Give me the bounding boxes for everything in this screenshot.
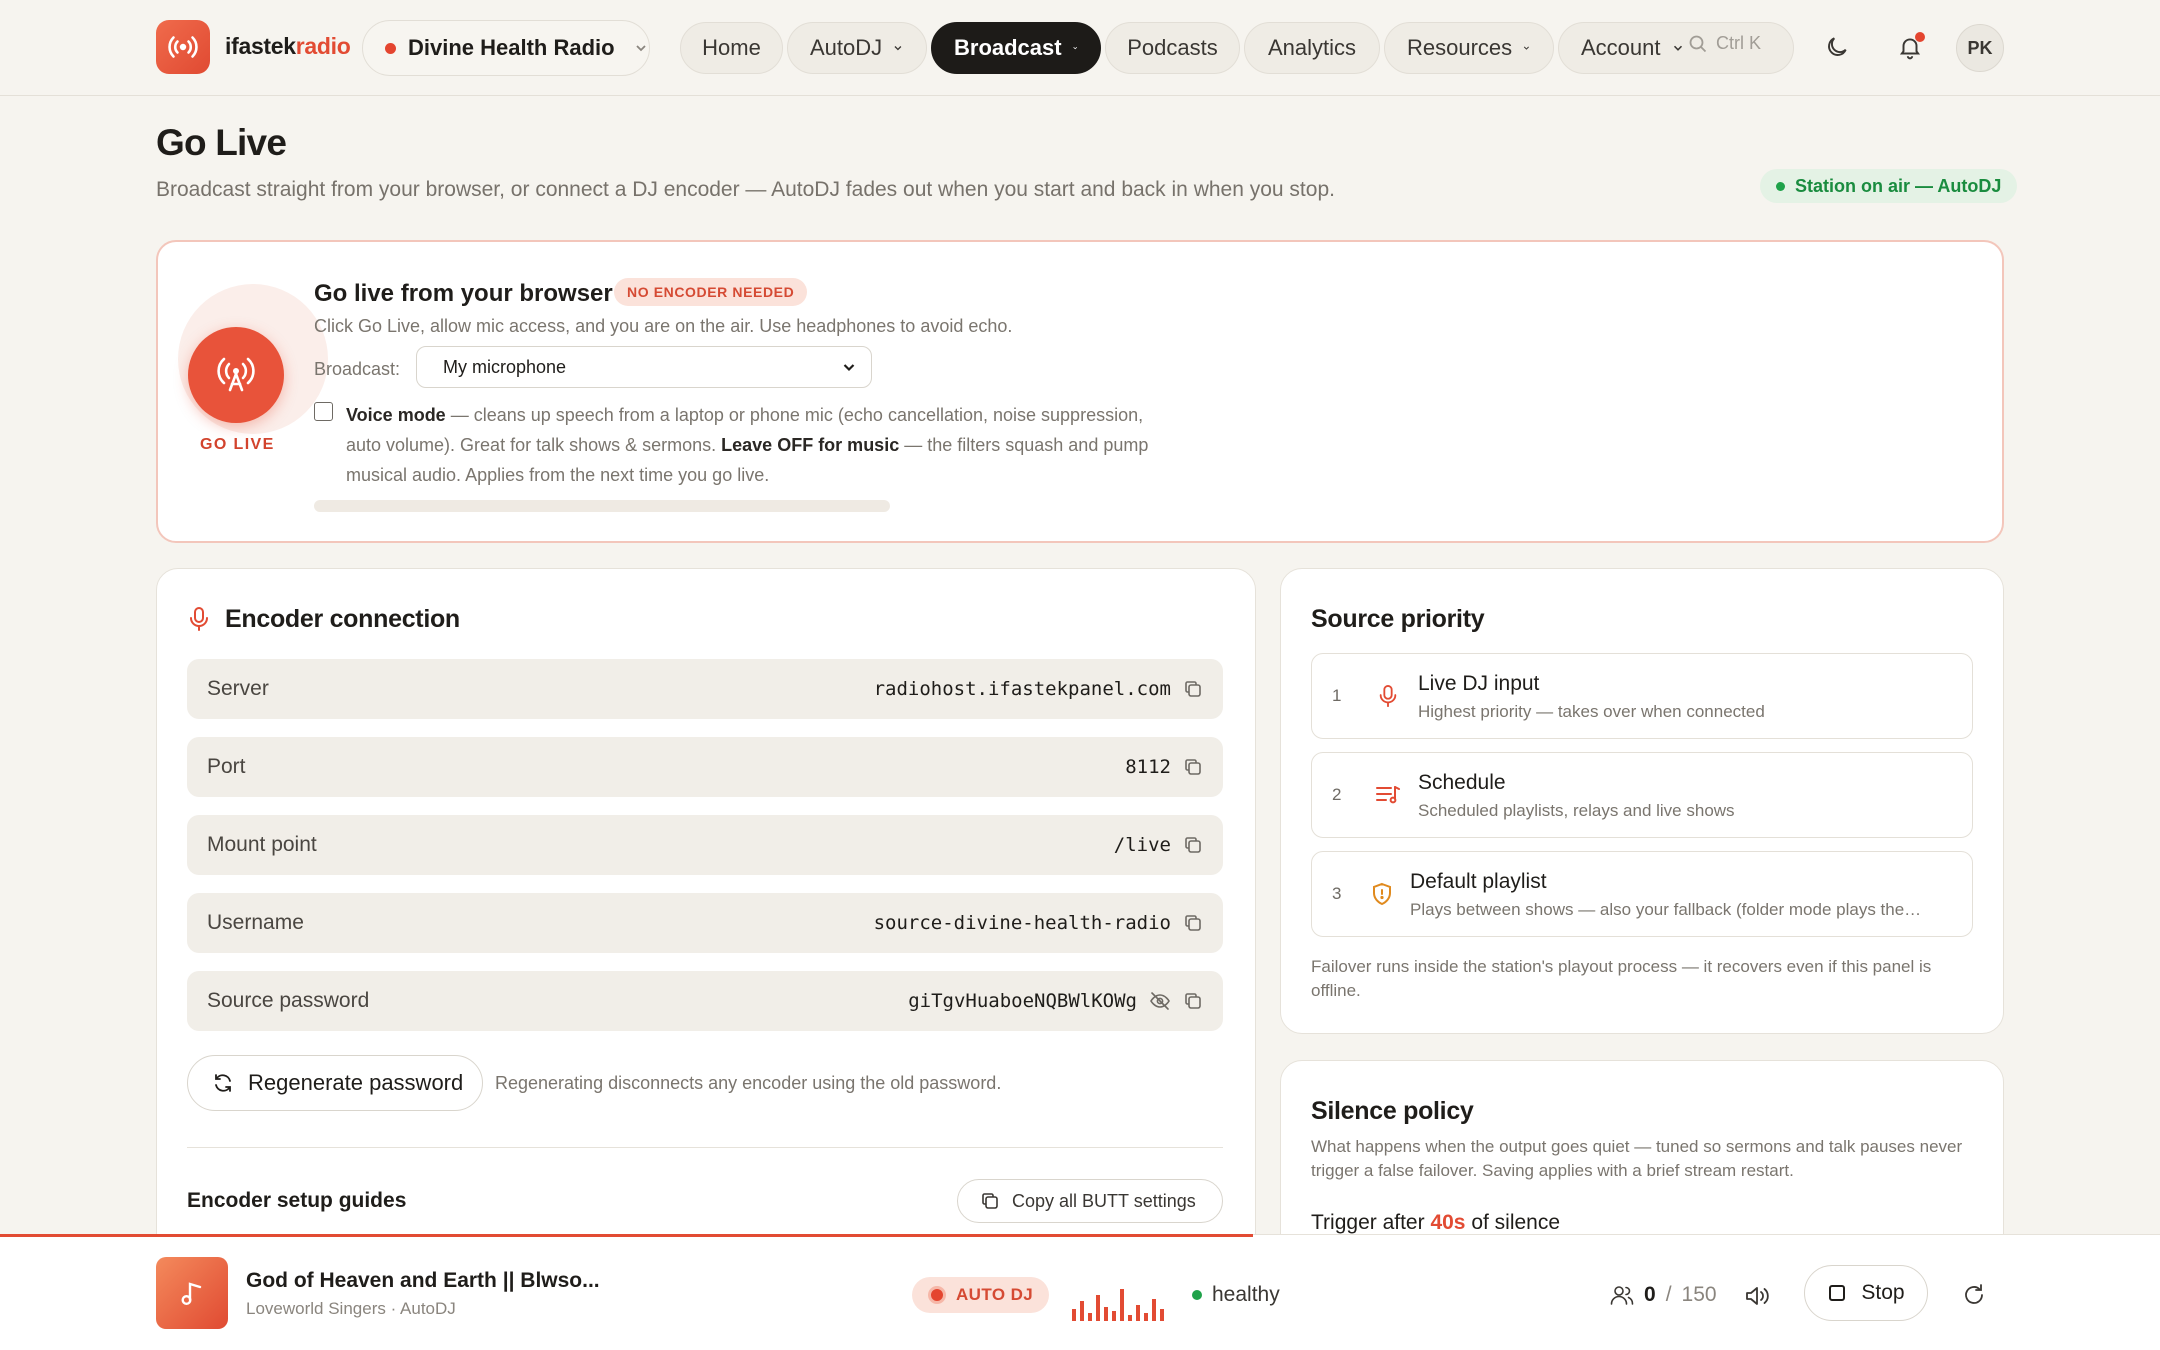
chevron-down-icon (633, 40, 649, 56)
station-name: Divine Health Radio (408, 35, 615, 60)
regenerate-note: Regenerating disconnects any encoder usi… (495, 1073, 1002, 1093)
encoder-row-username: Username source-divine-health-radio (187, 893, 1223, 953)
failover-note: Failover runs inside the station's playo… (1311, 957, 1932, 1000)
nav-resources[interactable]: Resources (1384, 22, 1554, 74)
listener-count: 0 / 150 (1610, 1283, 1717, 1307)
volume-icon[interactable] (1742, 1281, 1772, 1311)
source-item-live-dj[interactable]: 1 Live DJ input Highest priority — takes… (1311, 653, 1973, 739)
source-item-schedule[interactable]: 2 Schedule Scheduled playlists, relays a… (1311, 752, 1973, 838)
live-status-dot (385, 42, 396, 54)
music-note-icon (181, 1282, 202, 1306)
nav-broadcast[interactable]: Broadcast (931, 22, 1101, 74)
silence-policy-description: What happens when the output goes quiet … (1311, 1137, 1963, 1180)
stop-button[interactable]: Stop (1804, 1265, 1928, 1321)
silence-trigger-value: 40s (1430, 1211, 1466, 1234)
chevron-down-icon (843, 364, 855, 372)
mic-level-meter (314, 500, 890, 512)
stop-icon (1829, 1285, 1846, 1301)
nav-autodj[interactable]: AutoDJ (787, 22, 927, 74)
source-priority-title: Source priority (1311, 605, 1485, 633)
main-nav: Home AutoDJ Broadcast Podcasts Analytics… (680, 22, 1794, 74)
chevron-down-icon (894, 46, 902, 51)
source-item-default-playlist[interactable]: 3 Default playlist Plays between shows —… (1311, 851, 1973, 937)
copy-icon[interactable] (1183, 991, 1203, 1011)
regenerate-password-button[interactable]: Regenerate password (187, 1055, 483, 1111)
silence-trigger-label: Trigger after 40s of silence (1311, 1211, 1561, 1234)
encoder-guides-title: Encoder setup guides (187, 1189, 407, 1212)
autodj-badge: AUTO DJ (912, 1277, 1050, 1313)
refresh-icon (215, 1074, 231, 1092)
microphone-icon (187, 605, 211, 633)
bell-icon[interactable] (1893, 30, 1927, 64)
station-selector[interactable]: Divine Health Radio (362, 20, 650, 76)
no-encoder-badge: NO ENCODER NEEDED (614, 278, 808, 306)
divider (187, 1147, 1223, 1148)
album-art (156, 1257, 228, 1329)
copy-icon (982, 1193, 998, 1209)
stream-health: healthy (1192, 1283, 1280, 1307)
voice-mode-text: Voice mode — cleans up speech from a lap… (346, 405, 1149, 485)
schedule-list-icon (1374, 781, 1402, 809)
eye-off-icon[interactable] (1149, 991, 1171, 1011)
chevron-down-icon (1072, 46, 1077, 50)
notification-dot (1915, 32, 1925, 42)
go-live-button[interactable] (188, 327, 284, 423)
source-priority-card: Source priority 1 Live DJ input Highest … (1280, 568, 2004, 1034)
encoder-connection-card: Encoder connection Server radiohost.ifas… (156, 568, 1256, 1350)
voice-mode-checkbox[interactable] (314, 402, 333, 421)
broadcast-source-label: Broadcast: (314, 359, 401, 379)
chevron-down-icon (1673, 45, 1682, 51)
nav-home[interactable]: Home (680, 22, 783, 74)
broadcast-source-select[interactable]: My microphone (416, 346, 872, 388)
track-artist: Loveworld Singers · AutoDJ (246, 1299, 456, 1318)
search-icon (1689, 35, 1707, 52)
record-icon (928, 1286, 946, 1304)
users-icon (1610, 1286, 1634, 1305)
playback-progress[interactable] (0, 1234, 1253, 1237)
audio-level-icon (1072, 1289, 1164, 1321)
moon-icon[interactable] (1820, 30, 1854, 64)
page-subtitle: Broadcast straight from your browser, or… (156, 178, 1335, 201)
copy-icon[interactable] (1183, 913, 1203, 933)
go-live-description: Click Go Live, allow mic access, and you… (314, 316, 1013, 336)
avatar[interactable]: PK (1956, 24, 2004, 72)
search-shortcut-label: Ctrl K (1716, 33, 1761, 53)
nav-analytics[interactable]: Analytics (1244, 22, 1380, 74)
encoder-row-password: Source password giTgvHuaboeNQBWlKOWg (187, 971, 1223, 1031)
track-title: God of Heaven and Earth || Blwso... (246, 1269, 600, 1292)
status-dot (1776, 181, 1785, 191)
nav-podcasts[interactable]: Podcasts (1105, 22, 1240, 74)
chevron-down-icon (1524, 46, 1530, 50)
copy-icon[interactable] (1183, 835, 1203, 855)
refresh-icon[interactable] (1960, 1281, 1988, 1309)
page-title: Go Live (156, 122, 287, 163)
microphone-icon (1374, 682, 1402, 710)
search-shortcut[interactable]: Ctrl K (1688, 33, 1761, 54)
radio-logo-icon[interactable] (156, 20, 210, 74)
copy-butt-settings-button[interactable]: Copy all BUTT settings (957, 1179, 1223, 1223)
broadcast-tower-icon (217, 357, 255, 392)
copy-icon[interactable] (1183, 679, 1203, 699)
go-live-label: GO LIVE (200, 436, 275, 453)
encoder-row-port: Port 8112 (187, 737, 1223, 797)
encoder-title: Encoder connection (225, 605, 460, 633)
now-playing-bar: God of Heaven and Earth || Blwso... Love… (0, 1234, 2160, 1350)
copy-icon[interactable] (1183, 757, 1203, 777)
status-badge: Station on air — AutoDJ (1760, 169, 2018, 203)
encoder-row-server: Server radiohost.ifastekpanel.com (187, 659, 1223, 719)
brand-name[interactable]: ifastekradio (225, 33, 351, 60)
top-header: ifastekradio Divine Health Radio Home Au… (0, 0, 2160, 96)
shield-icon (1368, 880, 1396, 908)
go-live-title: Go live from your browser (314, 280, 613, 307)
silence-policy-title: Silence policy (1311, 1097, 1474, 1125)
go-live-card: GO LIVE Go live from your browser NO ENC… (156, 240, 2004, 543)
health-dot (1192, 1290, 1202, 1300)
encoder-row-mount: Mount point /live (187, 815, 1223, 875)
